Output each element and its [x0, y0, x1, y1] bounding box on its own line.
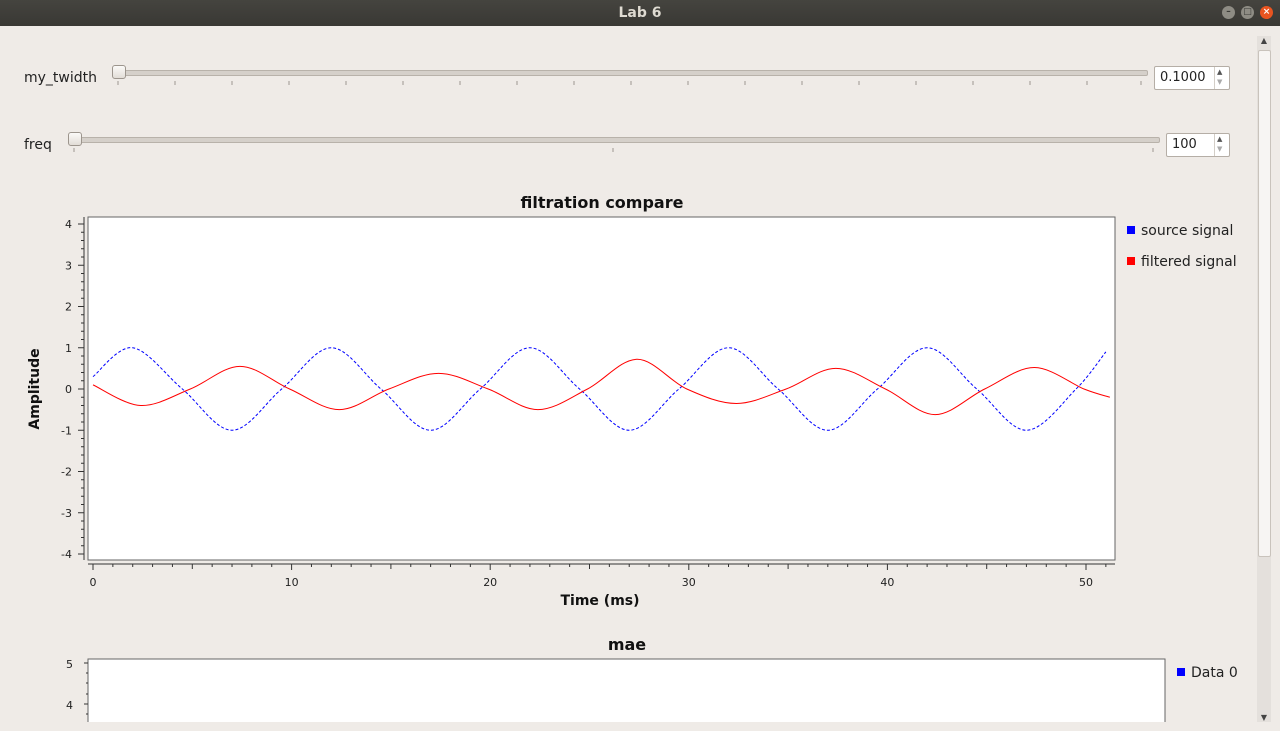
vertical-scrollbar[interactable]: ▲ ▼: [1257, 36, 1271, 722]
legend-label-filtered: filtered signal: [1141, 254, 1237, 270]
legend-label-source: source signal: [1141, 223, 1233, 239]
x-axis: 0 10 20 30 40 50: [88, 563, 1115, 589]
y-tick-label: -1: [61, 424, 72, 437]
y-tick-label: -4: [61, 548, 72, 561]
filtration-plot[interactable]: filtration compare 43210-1-2-3-4 0 10 20 30…: [0, 0, 1250, 731]
x-tick-label: 0: [90, 576, 97, 589]
mae-y-tick-label: 5: [66, 658, 73, 671]
y-tick-label: -3: [61, 507, 72, 520]
x-tick-label: 40: [880, 576, 894, 589]
mae-legend-swatch: [1177, 668, 1185, 676]
mae-legend-label: Data 0: [1191, 665, 1238, 681]
legend-swatch-source: [1127, 226, 1135, 234]
mae-plot-title: mae: [608, 635, 646, 654]
scroll-down-icon[interactable]: ▼: [1257, 713, 1271, 722]
viewport-bottom-edge: [0, 722, 1280, 731]
y-tick-label: 0: [65, 383, 72, 396]
y-axis: 4 3 2 1 0 -1 -2 -3 -4: [61, 217, 85, 561]
legend-swatch-filtered: [1127, 257, 1135, 265]
x-tick-label: 10: [285, 576, 299, 589]
mae-y-tick-label: 4: [66, 699, 73, 712]
x-tick-label: 50: [1079, 576, 1093, 589]
scroll-up-icon[interactable]: ▲: [1257, 36, 1271, 45]
scroll-thumb[interactable]: [1258, 50, 1271, 557]
y-tick-label: 2: [65, 301, 72, 314]
close-button[interactable]: ×: [1260, 6, 1273, 19]
plot-title: filtration compare: [521, 193, 684, 212]
x-tick-label: 20: [483, 576, 497, 589]
y-tick-label: -2: [61, 466, 72, 479]
y-tick-label: 1: [65, 342, 72, 355]
x-axis-label: Time (ms): [560, 593, 639, 609]
plot-area[interactable]: [87, 216, 1116, 561]
mae-plot-area[interactable]: [87, 658, 1166, 731]
mae-y-axis: 5 4: [66, 658, 88, 715]
y-axis-label: Amplitude: [27, 348, 43, 429]
legend: source signal filtered signal: [1127, 223, 1237, 270]
y-tick-label: 3: [65, 259, 72, 272]
x-tick-label: 30: [682, 576, 696, 589]
y-tick-label: 4: [65, 218, 72, 231]
